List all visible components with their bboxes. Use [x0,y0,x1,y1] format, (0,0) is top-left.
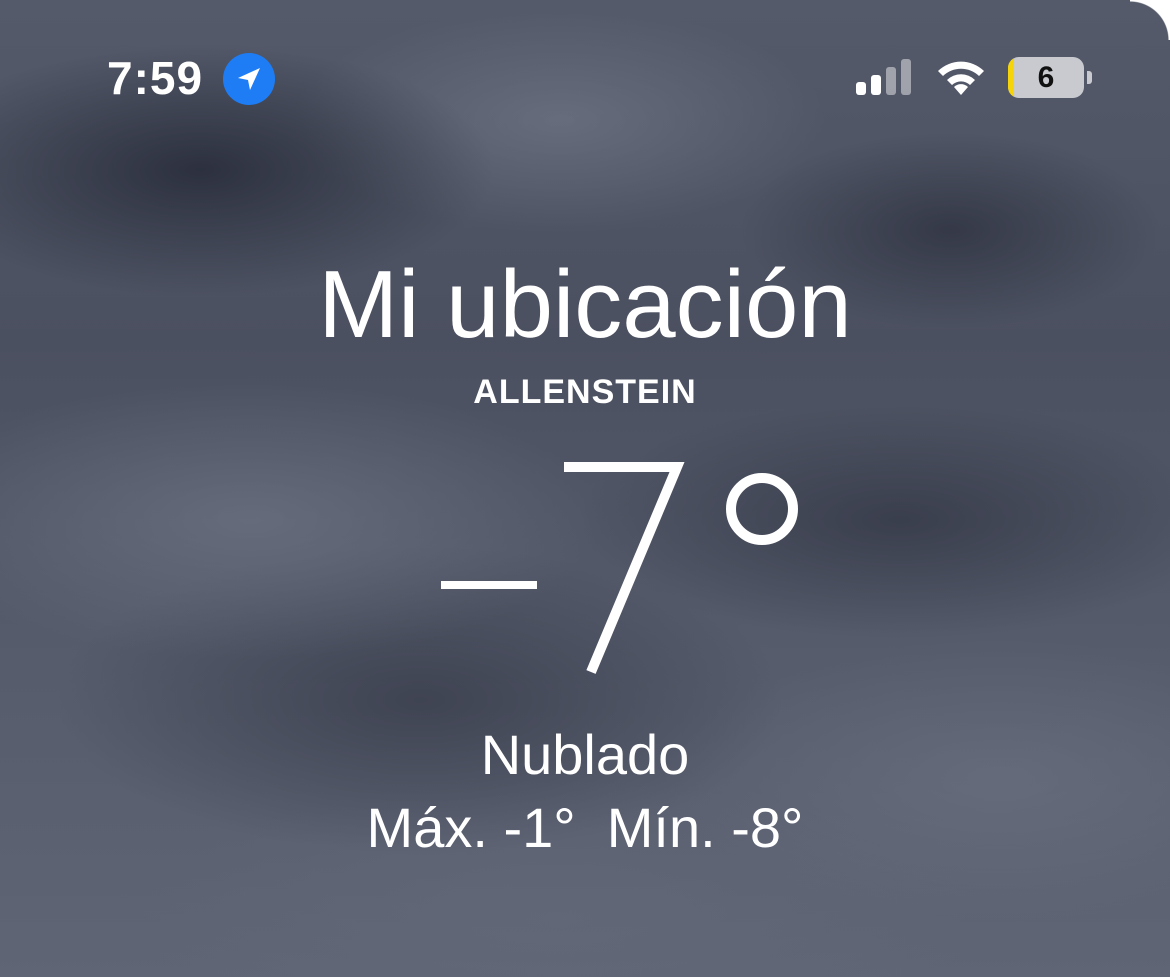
location-title: Mi ubicación [318,251,852,358]
cellular-signal-icon [856,59,911,95]
high-low-temperatures: Máx. -1° Mín. -8° [0,795,1170,861]
battery-level: 6 [1037,61,1055,94]
high-value: -1° [503,796,576,859]
location-name: ALLENSTEIN [473,373,697,411]
status-time: 7:59 [107,52,204,104]
wifi-icon [938,61,984,95]
weather-condition: Nublado [480,723,690,786]
low-value: -8° [731,796,804,859]
current-temperature: −7° [441,462,798,674]
battery-cap [1087,71,1092,84]
location-arrow-icon [223,53,275,105]
low-label: Mín. [606,796,716,859]
screen-corner [1130,0,1170,40]
high-label: Máx. [366,796,488,859]
battery-icon: 6 [1008,57,1084,98]
